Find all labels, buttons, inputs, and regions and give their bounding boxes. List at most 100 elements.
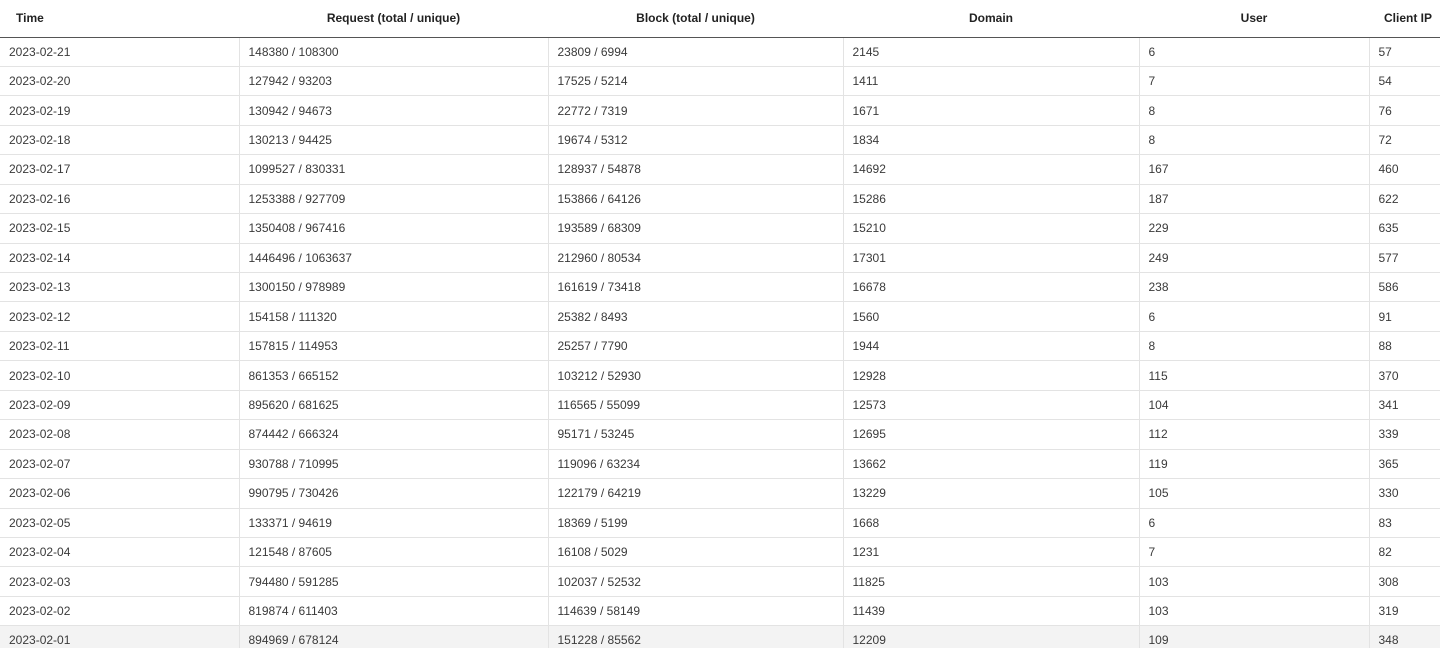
cell-user: 187 <box>1138 184 1369 215</box>
cell-user: 119 <box>1138 449 1369 480</box>
cell-client-ip: 365 <box>1368 449 1440 480</box>
table-row[interactable]: 2023-02-11 157815 / 114953 25257 / 7790 194… <box>0 331 1440 362</box>
table-row[interactable]: 2023-02-18 130213 / 94425 19674 / 5312 1834… <box>0 125 1440 156</box>
table-row[interactable]: 2023-02-13 1300150 / 978989 161619 / 73418… <box>0 272 1440 303</box>
cell-request: 1350408 / 967416 <box>238 213 548 244</box>
cell-user: 112 <box>1138 419 1369 450</box>
table-row[interactable]: 2023-02-17 1099527 / 830331 128937 / 54878… <box>0 154 1440 185</box>
cell-block: 17525 / 5214 <box>547 66 843 97</box>
cell-user: 249 <box>1138 243 1369 274</box>
column-header-client-ip[interactable]: Client IP <box>1369 0 1440 38</box>
cell-client-ip: 586 <box>1368 272 1440 303</box>
table-row[interactable]: 2023-02-02 819874 / 611403 114639 / 58149 1… <box>0 596 1440 627</box>
cell-client-ip: 82 <box>1368 537 1440 568</box>
table-row[interactable]: 2023-02-10 861353 / 665152 103212 / 52930 1… <box>0 360 1440 391</box>
table-row[interactable]: 2023-02-06 990795 / 730426 122179 / 64219 1… <box>0 478 1440 509</box>
cell-time: 2023-02-16 <box>0 184 239 215</box>
cell-request: 819874 / 611403 <box>238 596 548 627</box>
cell-domain: 1411 <box>842 66 1139 97</box>
cell-block: 114639 / 58149 <box>547 596 843 627</box>
cell-domain: 1560 <box>842 301 1139 332</box>
table-row[interactable]: 2023-02-01 894969 / 678124 151228 / 85562 1… <box>0 625 1440 648</box>
cell-time: 2023-02-04 <box>0 537 239 568</box>
column-header-request[interactable]: Request (total / unique) <box>239 0 548 38</box>
table-row[interactable]: 2023-02-04 121548 / 87605 16108 / 5029 1231… <box>0 537 1440 568</box>
cell-request: 133371 / 94619 <box>238 508 548 538</box>
cell-time: 2023-02-02 <box>0 596 239 627</box>
table-row[interactable]: 2023-02-16 1253388 / 927709 153866 / 64126… <box>0 184 1440 215</box>
cell-block: 119096 / 63234 <box>547 449 843 480</box>
cell-request: 874442 / 666324 <box>238 419 548 450</box>
cell-user: 6 <box>1138 301 1369 332</box>
cell-user: 103 <box>1138 596 1369 627</box>
cell-domain: 13662 <box>842 449 1139 480</box>
table-body: 2023-02-21 148380 / 108300 23809 / 6994 214… <box>0 37 1440 648</box>
table-row[interactable]: 2023-02-14 1446496 / 1063637 212960 / 8053… <box>0 243 1440 274</box>
table-row[interactable]: 2023-02-12 154158 / 111320 25382 / 8493 156… <box>0 301 1440 332</box>
cell-block: 151228 / 85562 <box>547 625 843 648</box>
cell-time: 2023-02-03 <box>0 566 239 597</box>
cell-client-ip: 308 <box>1368 566 1440 597</box>
cell-client-ip: 348 <box>1368 625 1440 648</box>
cell-domain: 1834 <box>842 125 1139 156</box>
cell-request: 1446496 / 1063637 <box>238 243 548 274</box>
cell-user: 115 <box>1138 360 1369 391</box>
cell-user: 105 <box>1138 478 1369 509</box>
cell-request: 130942 / 94673 <box>238 95 548 126</box>
cell-block: 122179 / 64219 <box>547 478 843 509</box>
cell-request: 894969 / 678124 <box>238 625 548 648</box>
cell-user: 104 <box>1138 390 1369 421</box>
cell-request: 154158 / 111320 <box>238 301 548 332</box>
table-row[interactable]: 2023-02-07 930788 / 710995 119096 / 63234 1… <box>0 449 1440 480</box>
cell-user: 167 <box>1138 154 1369 185</box>
cell-block: 153866 / 64126 <box>547 184 843 215</box>
cell-user: 7 <box>1138 66 1369 97</box>
cell-request: 121548 / 87605 <box>238 537 548 568</box>
column-header-domain[interactable]: Domain <box>843 0 1139 38</box>
table-row[interactable]: 2023-02-20 127942 / 93203 17525 / 5214 1411… <box>0 66 1440 97</box>
cell-user: 229 <box>1138 213 1369 244</box>
cell-block: 212960 / 80534 <box>547 243 843 274</box>
cell-domain: 11439 <box>842 596 1139 627</box>
cell-block: 161619 / 73418 <box>547 272 843 303</box>
cell-block: 25257 / 7790 <box>547 331 843 362</box>
table-row[interactable]: 2023-02-09 895620 / 681625 116565 / 55099 1… <box>0 390 1440 421</box>
cell-user: 6 <box>1138 37 1369 67</box>
cell-block: 102037 / 52532 <box>547 566 843 597</box>
cell-domain: 1668 <box>842 508 1139 538</box>
cell-user: 238 <box>1138 272 1369 303</box>
column-header-user[interactable]: User <box>1139 0 1369 38</box>
table-row[interactable]: 2023-02-15 1350408 / 967416 193589 / 68309… <box>0 213 1440 244</box>
cell-block: 18369 / 5199 <box>547 508 843 538</box>
cell-request: 895620 / 681625 <box>238 390 548 421</box>
cell-client-ip: 330 <box>1368 478 1440 509</box>
cell-time: 2023-02-07 <box>0 449 239 480</box>
cell-time: 2023-02-14 <box>0 243 239 274</box>
table-header-row: Time Request (total / unique) Block (tot… <box>0 0 1440 38</box>
column-header-block[interactable]: Block (total / unique) <box>548 0 843 38</box>
cell-block: 25382 / 8493 <box>547 301 843 332</box>
table-row[interactable]: 2023-02-19 130942 / 94673 22772 / 7319 1671… <box>0 95 1440 126</box>
table-row[interactable]: 2023-02-21 148380 / 108300 23809 / 6994 214… <box>0 37 1440 67</box>
cell-domain: 12928 <box>842 360 1139 391</box>
cell-client-ip: 76 <box>1368 95 1440 126</box>
cell-time: 2023-02-20 <box>0 66 239 97</box>
cell-request: 1300150 / 978989 <box>238 272 548 303</box>
cell-domain: 11825 <box>842 566 1139 597</box>
cell-block: 128937 / 54878 <box>547 154 843 185</box>
cell-time: 2023-02-10 <box>0 360 239 391</box>
cell-domain: 14692 <box>842 154 1139 185</box>
cell-domain: 1944 <box>842 331 1139 362</box>
table-row[interactable]: 2023-02-03 794480 / 591285 102037 / 52532 1… <box>0 566 1440 597</box>
cell-client-ip: 635 <box>1368 213 1440 244</box>
cell-client-ip: 622 <box>1368 184 1440 215</box>
cell-user: 8 <box>1138 331 1369 362</box>
cell-time: 2023-02-06 <box>0 478 239 509</box>
cell-block: 19674 / 5312 <box>547 125 843 156</box>
cell-client-ip: 91 <box>1368 301 1440 332</box>
cell-domain: 13229 <box>842 478 1139 509</box>
column-header-time[interactable]: Time <box>0 0 239 38</box>
cell-user: 7 <box>1138 537 1369 568</box>
table-row[interactable]: 2023-02-05 133371 / 94619 18369 / 5199 1668… <box>0 508 1440 538</box>
table-row[interactable]: 2023-02-08 874442 / 666324 95171 / 53245 12… <box>0 419 1440 450</box>
